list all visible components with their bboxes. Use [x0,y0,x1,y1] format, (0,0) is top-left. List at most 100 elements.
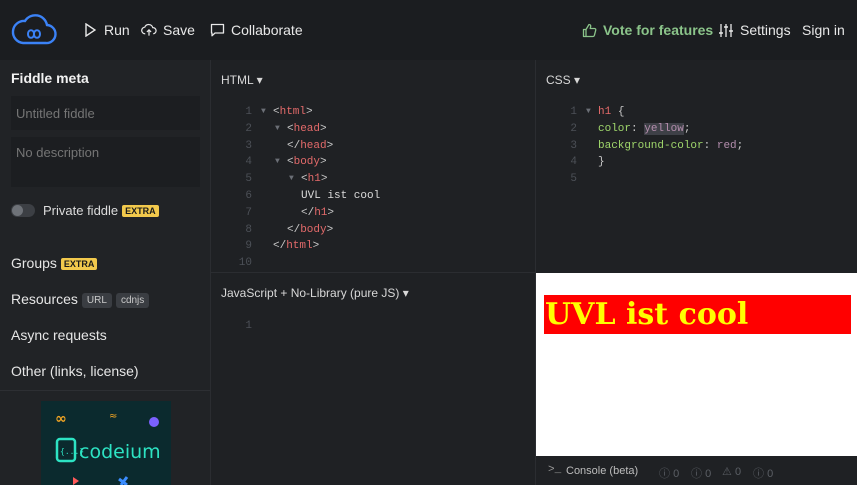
tag-bracket: </ [287,223,301,236]
info-circle-icon: ⓘ [659,468,670,480]
js-panel-header[interactable]: JavaScript + No-Library (pure JS) ▾ [221,286,409,300]
fiddle-meta-title: Fiddle meta [11,70,89,86]
fiddle-description-input[interactable] [11,137,200,187]
settings-button[interactable]: Settings [718,21,791,39]
html-line: </head> [287,138,333,155]
result-heading: UVL ist cool [544,295,851,334]
sponsor-ad-text: codeium [79,441,161,463]
fold-arrow-icon[interactable]: ▼ [275,121,280,138]
css-property: color [598,122,632,135]
fold-arrow-icon[interactable]: ▼ [586,104,591,121]
css-line-number: 3 [570,139,577,152]
html-line-number: 10 [238,257,252,270]
tag-bracket: </ [273,240,287,253]
css-property: background-color [598,139,704,152]
tag-bracket: > [312,240,320,253]
css-brace-close: } [598,156,605,169]
sidebar-item-other[interactable]: Other (links, license) [11,363,139,379]
css-semicolon: ; [736,139,744,152]
tag-name: html [286,240,313,253]
console-log-count: ⓘ 0 [691,465,711,481]
html-line: </html> [273,238,319,255]
collaborate-button[interactable]: Collaborate [209,21,303,39]
cdnjs-badge[interactable]: cdnjs [115,293,150,308]
css-line: h1 { [598,104,624,121]
save-button[interactable]: Save [141,21,195,39]
css-value: yellow [644,122,684,135]
count-value: 0 [673,468,680,480]
sidebar: Fiddle meta Private fiddleEXTRA GroupsEX… [0,60,211,485]
private-fiddle-toggle[interactable] [11,204,35,217]
url-badge[interactable]: URL [81,293,112,308]
html-line: <h1> [301,171,327,188]
run-label: Run [104,22,130,38]
tag-bracket: > [327,206,335,219]
console-error-count: ⓘ 0 [753,465,773,481]
private-fiddle-text: Private fiddle [43,203,119,218]
tag-name: body [293,156,321,169]
count-value: 0 [767,468,774,480]
sponsor-ad-art: ∞ ≈ {...} codeium [41,401,171,485]
css-line-number: 5 [570,173,577,186]
js-code-editor[interactable]: 1 [211,318,535,478]
tag-name: h1 [314,206,328,219]
fold-arrow-icon[interactable]: ▼ [261,104,266,121]
sponsor-ad[interactable]: ∞ ≈ {...} codeium [41,401,171,485]
css-colon: : [631,122,638,135]
sign-in-label: Sign in [802,22,845,38]
sidebar-item-groups[interactable]: Groups EXTRA [11,255,98,271]
vote-for-features-link[interactable]: Vote for features [581,21,713,39]
css-code-editor[interactable]: 1 2 3 4 5 ▼ h1 { color: yellow; backgrou… [536,104,857,194]
css-editor-panel: CSS ▾ 1 2 3 4 5 ▼ h1 { color: yellow; ba… [536,60,857,273]
error-circle-icon: ⓘ [753,468,764,480]
top-bar: Run Save Collaborate Vote for features S… [0,0,857,60]
css-brace-open: { [617,106,625,118]
html-line-number: 3 [245,139,252,152]
extra-badge: EXTRA [122,205,159,217]
sidebar-item-resources[interactable]: Resources URL cdnjs [11,291,150,308]
tag-bracket: </ [287,139,301,152]
html-line-number: 9 [245,240,252,253]
sign-in-link[interactable]: Sign in [802,21,845,39]
html-line-number: 2 [245,122,252,135]
private-fiddle-label: Private fiddle EXTRA [43,203,159,218]
console-warning-count: ⚠ 0 [722,465,741,478]
vote-label: Vote for features [603,22,714,38]
html-line-number: 1 [245,106,252,118]
tag-bracket: > [320,122,327,135]
tag-bracket: < [273,106,280,118]
css-value: red [716,139,737,152]
tag-bracket: > [326,139,334,152]
css-line: color: yellow; [598,121,690,138]
html-line-number: 6 [245,190,252,202]
collaborate-label: Collaborate [231,22,303,38]
fiddle-title-input[interactable] [11,96,200,130]
run-button[interactable]: Run [82,21,130,39]
html-panel-header[interactable]: HTML ▾ [221,73,263,87]
tag-bracket: > [326,223,334,236]
html-line: UVL ist cool [301,188,380,205]
html-panel-label: HTML [221,73,254,87]
result-preview[interactable]: UVL ist cool [536,273,857,456]
tag-name: html [279,106,307,118]
console-bar[interactable]: >_ Console (beta) ⓘ 0 ⓘ 0 ⚠ 0 ⓘ 0 [536,456,857,485]
html-line-number: 7 [245,206,252,219]
fold-arrow-icon[interactable]: ▼ [275,154,280,171]
tag-bracket: </ [301,206,315,219]
tag-bracket: < [301,173,308,186]
html-line: <head> [287,121,327,138]
js-editor-panel: JavaScript + No-Library (pure JS) ▾ 1 [211,273,535,485]
tag-bracket: > [320,173,328,186]
thumbs-up-icon [581,22,597,38]
sliders-icon [718,22,734,38]
html-line: </body> [287,222,333,239]
console-info-count: ⓘ 0 [659,465,679,481]
css-panel-header[interactable]: CSS ▾ [546,73,580,87]
tag-bracket: < [287,156,294,169]
jsfiddle-logo-icon[interactable] [11,12,57,48]
svg-text:∞: ∞ [55,411,67,427]
css-colon: : [703,139,711,152]
chat-bubble-icon [209,22,225,38]
sidebar-item-async-requests[interactable]: Async requests [11,327,107,343]
fold-arrow-icon[interactable]: ▼ [289,171,294,188]
